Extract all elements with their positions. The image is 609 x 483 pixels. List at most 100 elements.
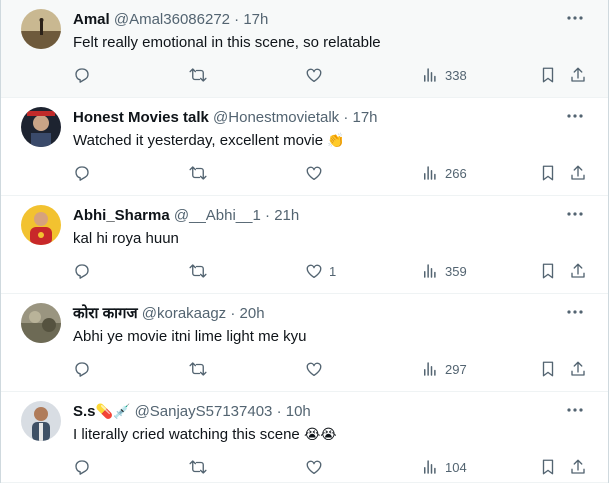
- like-count: 1: [329, 263, 337, 279]
- reply-button[interactable]: [73, 456, 91, 478]
- more-icon[interactable]: [564, 106, 586, 126]
- share-button[interactable]: [569, 358, 587, 380]
- timestamp[interactable]: 20h: [240, 305, 265, 322]
- timestamp[interactable]: 17h: [353, 109, 378, 126]
- share-button[interactable]: [569, 260, 587, 282]
- bookmark-button[interactable]: [539, 358, 557, 380]
- tweet[interactable]: Amal @Amal36086272 · 17h Felt really emo…: [1, 0, 608, 98]
- replies-feed: Amal @Amal36086272 · 17h Felt really emo…: [0, 0, 609, 483]
- tweet-actions: 266: [1, 162, 608, 186]
- retweet-button[interactable]: [189, 358, 207, 380]
- heart-icon: [306, 166, 322, 181]
- more-icon[interactable]: [564, 400, 586, 420]
- tweet-text-content: kal hi roya huun: [73, 230, 179, 247]
- display-name[interactable]: कोरा कागज: [73, 305, 138, 322]
- tweet-text: Watched it yesterday, excellent movie 👏: [73, 131, 568, 151]
- retweet-icon: [189, 68, 207, 82]
- avatar[interactable]: [21, 401, 61, 441]
- views-button[interactable]: 359: [421, 260, 467, 282]
- tweet-actions: 297: [1, 358, 608, 382]
- more-icon[interactable]: [564, 204, 586, 224]
- bookmark-button[interactable]: [539, 456, 557, 478]
- separator-dot: ·: [276, 403, 282, 420]
- more-icon[interactable]: [564, 8, 586, 28]
- heart-icon: [306, 362, 322, 377]
- share-icon: [571, 67, 585, 82]
- tweet-text-content: Watched it yesterday, excellent movie: [73, 132, 324, 149]
- share-icon: [571, 263, 585, 278]
- tweet-actions: 104: [1, 456, 608, 480]
- views-button[interactable]: 104: [421, 456, 467, 478]
- retweet-button[interactable]: [189, 456, 207, 478]
- bookmark-button[interactable]: [539, 64, 557, 86]
- separator-dot: ·: [265, 207, 271, 224]
- share-button[interactable]: [569, 456, 587, 478]
- timestamp[interactable]: 21h: [274, 207, 299, 224]
- like-button[interactable]: 1: [305, 260, 336, 282]
- tweet-header: S.s💊💉 @SanjayS57137403 · 10h: [73, 402, 548, 422]
- views-button[interactable]: 266: [421, 162, 467, 184]
- share-icon: [571, 361, 585, 376]
- user-handle[interactable]: @Honestmovietalk: [213, 109, 339, 126]
- avatar[interactable]: [21, 107, 61, 147]
- tweet-header: कोरा कागज @korakaagz · 20h: [73, 304, 548, 324]
- user-handle[interactable]: @Amal36086272: [114, 11, 230, 28]
- like-button[interactable]: [305, 358, 329, 380]
- bookmark-button[interactable]: [539, 260, 557, 282]
- retweet-icon: [189, 264, 207, 278]
- like-button[interactable]: [305, 64, 329, 86]
- reply-icon: [75, 68, 89, 83]
- reply-button[interactable]: [73, 358, 91, 380]
- reply-icon: [75, 166, 89, 181]
- views-button[interactable]: 338: [421, 64, 467, 86]
- reply-button[interactable]: [73, 162, 91, 184]
- reply-icon: [75, 460, 89, 475]
- reply-button[interactable]: [73, 260, 91, 282]
- avatar[interactable]: [21, 205, 61, 245]
- avatar[interactable]: [21, 9, 61, 49]
- share-button[interactable]: [569, 162, 587, 184]
- views-icon: [424, 460, 436, 474]
- view-count: 297: [445, 361, 467, 377]
- like-button[interactable]: [305, 456, 329, 478]
- bookmark-button[interactable]: [539, 162, 557, 184]
- tweet-header: Honest Movies talk @Honestmovietalk · 17…: [73, 108, 548, 128]
- display-name[interactable]: Honest Movies talk: [73, 109, 209, 126]
- display-name[interactable]: Abhi_Sharma: [73, 207, 170, 224]
- view-count: 266: [445, 165, 467, 181]
- tweet[interactable]: कोरा कागज @korakaagz · 20h Abhi ye movie…: [1, 294, 608, 392]
- views-icon: [424, 362, 436, 376]
- tweet-actions: 1 359: [1, 260, 608, 284]
- tweet[interactable]: Honest Movies talk @Honestmovietalk · 17…: [1, 98, 608, 196]
- tweet-text-content: I literally cried watching this scene: [73, 426, 304, 443]
- avatar[interactable]: [21, 303, 61, 343]
- display-name[interactable]: Amal: [73, 11, 110, 28]
- reply-button[interactable]: [73, 64, 91, 86]
- display-name[interactable]: S.s: [73, 403, 96, 420]
- bookmark-icon: [542, 67, 554, 83]
- user-handle[interactable]: @korakaagz: [142, 305, 226, 322]
- retweet-icon: [189, 460, 207, 474]
- display-name-emoji: 💊💉: [95, 404, 131, 420]
- share-button[interactable]: [569, 64, 587, 86]
- share-icon: [571, 459, 585, 474]
- tweet[interactable]: S.s💊💉 @SanjayS57137403 · 10h I literally…: [1, 392, 608, 483]
- tweet-text-emoji: 😭😭: [303, 427, 337, 443]
- retweet-button[interactable]: [189, 162, 207, 184]
- user-handle[interactable]: @__Abhi__1: [174, 207, 261, 224]
- bookmark-icon: [542, 361, 554, 377]
- views-button[interactable]: 297: [421, 358, 467, 380]
- separator-dot: ·: [230, 305, 236, 322]
- tweet[interactable]: Abhi_Sharma @__Abhi__1 · 21h kal hi roya…: [1, 196, 608, 294]
- more-icon[interactable]: [564, 302, 586, 322]
- tweet-text-emoji: 👏: [327, 133, 345, 149]
- retweet-button[interactable]: [189, 260, 207, 282]
- heart-icon: [306, 460, 322, 475]
- user-handle[interactable]: @SanjayS57137403: [135, 403, 273, 420]
- views-icon: [424, 68, 436, 82]
- like-button[interactable]: [305, 162, 329, 184]
- timestamp[interactable]: 10h: [286, 403, 311, 420]
- retweet-button[interactable]: [189, 64, 207, 86]
- separator-dot: ·: [234, 11, 240, 28]
- timestamp[interactable]: 17h: [243, 11, 268, 28]
